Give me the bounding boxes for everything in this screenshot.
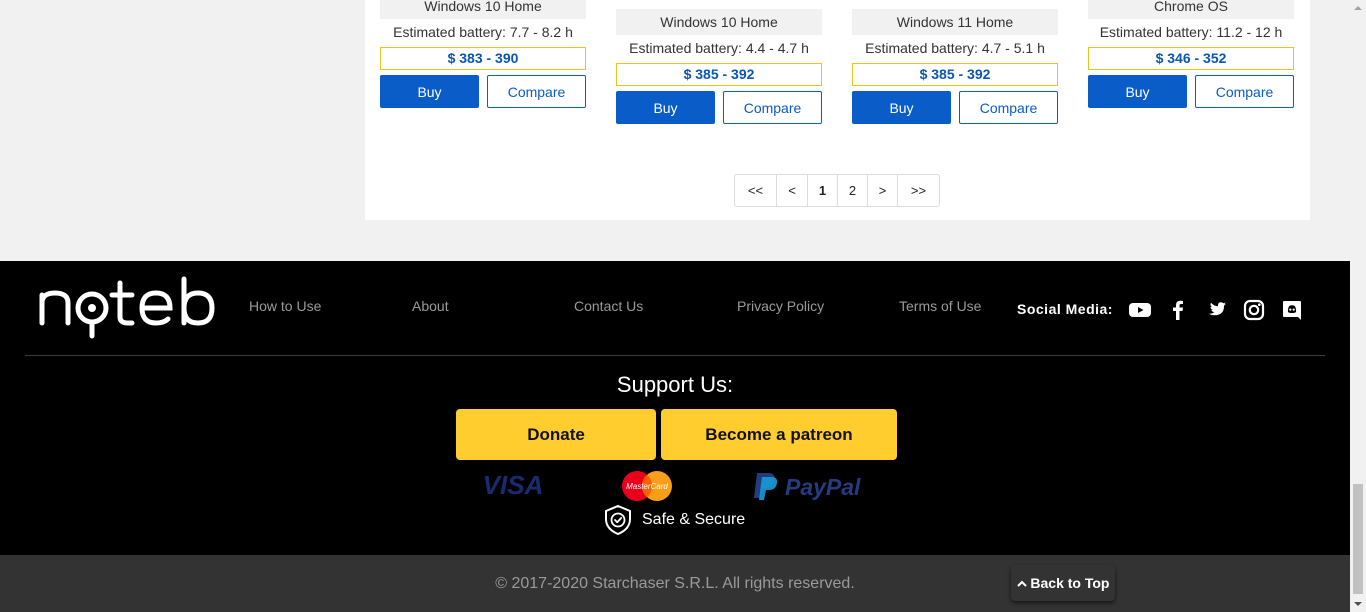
scrollbar-thumb[interactable] bbox=[1353, 484, 1363, 594]
product-card: Chrome OS Estimated battery: 11.2 - 12 h… bbox=[1088, 0, 1294, 108]
buy-button[interactable]: Buy bbox=[1088, 75, 1187, 108]
buy-button[interactable]: Buy bbox=[380, 75, 479, 108]
discord-icon[interactable] bbox=[1280, 298, 1304, 322]
svg-text:MasterCard: MasterCard bbox=[626, 482, 668, 491]
footer-link-privacy-policy[interactable]: Privacy Policy bbox=[737, 298, 824, 314]
safe-secure-label: Safe & Secure bbox=[642, 511, 746, 528]
compare-button[interactable]: Compare bbox=[723, 91, 822, 124]
buy-button[interactable]: Buy bbox=[616, 91, 715, 124]
copyright-text: © 2017-2020 Starchaser S.R.L. All rights… bbox=[495, 575, 855, 592]
footer-link-about[interactable]: About bbox=[412, 298, 449, 314]
product-os: Chrome OS bbox=[1088, 0, 1294, 19]
safe-secure-badge: Safe & Secure bbox=[604, 504, 745, 536]
chevron-up-icon bbox=[1016, 580, 1027, 587]
page-scrollbar[interactable] bbox=[1350, 0, 1366, 612]
youtube-icon[interactable] bbox=[1128, 298, 1152, 322]
footer-link-contact-us[interactable]: Contact Us bbox=[574, 298, 643, 314]
svg-text:PayPal: PayPal bbox=[785, 474, 861, 500]
product-os: Windows 11 Home bbox=[852, 9, 1058, 35]
support-us-title: Support Us: bbox=[616, 372, 734, 397]
noteb-logo[interactable]: noteb bbox=[38, 275, 218, 339]
buy-button[interactable]: Buy bbox=[852, 91, 951, 124]
product-battery: Estimated battery: 7.7 - 8.2 h bbox=[393, 24, 573, 40]
page-first-button[interactable]: << bbox=[735, 175, 776, 206]
pagination: << < 1 2 > >> bbox=[734, 174, 940, 207]
twitter-icon[interactable] bbox=[1204, 298, 1228, 322]
product-card: Windows 11 Home Estimated battery: 4.7 -… bbox=[852, 9, 1058, 124]
page-next-button[interactable]: > bbox=[867, 175, 897, 206]
footer-link-terms-of-use[interactable]: Terms of Use bbox=[899, 298, 981, 314]
scroll-down-arrow-icon[interactable] bbox=[1354, 600, 1362, 608]
footer-link-how-to-use[interactable]: How to Use bbox=[249, 298, 321, 314]
facebook-icon[interactable] bbox=[1166, 298, 1190, 322]
donate-button[interactable]: Donate bbox=[456, 409, 656, 460]
product-os: Windows 10 Home bbox=[380, 0, 586, 19]
footer-bottom-bar: © 2017-2020 Starchaser S.R.L. All rights… bbox=[0, 555, 1350, 612]
product-battery: Estimated battery: 4.7 - 5.1 h bbox=[865, 40, 1045, 56]
shield-check-icon bbox=[605, 504, 631, 536]
back-to-top-button[interactable]: Back to Top bbox=[1011, 565, 1115, 601]
product-battery: Estimated battery: 11.2 - 12 h bbox=[1099, 24, 1283, 40]
back-to-top-label: Back to Top bbox=[1030, 575, 1110, 591]
mastercard-logo: MasterCard bbox=[622, 471, 672, 501]
product-card: Windows 10 Home Estimated battery: 7.7 -… bbox=[380, 0, 586, 108]
page-1-button[interactable]: 1 bbox=[807, 175, 837, 206]
compare-button[interactable]: Compare bbox=[959, 91, 1058, 124]
visa-logo: VISA bbox=[483, 470, 544, 500]
compare-button[interactable]: Compare bbox=[1195, 75, 1294, 108]
product-price: $ 385 - 392 bbox=[852, 63, 1058, 86]
product-os: Windows 10 Home bbox=[616, 9, 822, 35]
product-battery: Estimated battery: 4.4 - 4.7 h bbox=[629, 40, 809, 56]
page-prev-button[interactable]: < bbox=[776, 175, 807, 206]
product-price: $ 346 - 352 bbox=[1088, 47, 1294, 70]
become-patreon-button[interactable]: Become a patreon bbox=[661, 409, 897, 460]
page-2-button[interactable]: 2 bbox=[837, 175, 867, 206]
social-media-label: Social Media: bbox=[1017, 301, 1113, 317]
page-last-button[interactable]: >> bbox=[897, 175, 939, 206]
scroll-up-arrow-icon[interactable] bbox=[1354, 4, 1362, 12]
footer-divider bbox=[25, 355, 1325, 356]
product-card: Windows 10 Home Estimated battery: 4.4 -… bbox=[616, 9, 822, 124]
site-footer: noteb How to Use About Contact Us Privac… bbox=[0, 261, 1350, 555]
paypal-logo: PayPal bbox=[754, 473, 861, 500]
instagram-icon[interactable] bbox=[1242, 298, 1266, 322]
compare-button[interactable]: Compare bbox=[487, 75, 586, 108]
product-price: $ 383 - 390 bbox=[380, 47, 586, 70]
svg-text:VISA: VISA bbox=[483, 470, 544, 500]
product-price: $ 385 - 392 bbox=[616, 63, 822, 86]
